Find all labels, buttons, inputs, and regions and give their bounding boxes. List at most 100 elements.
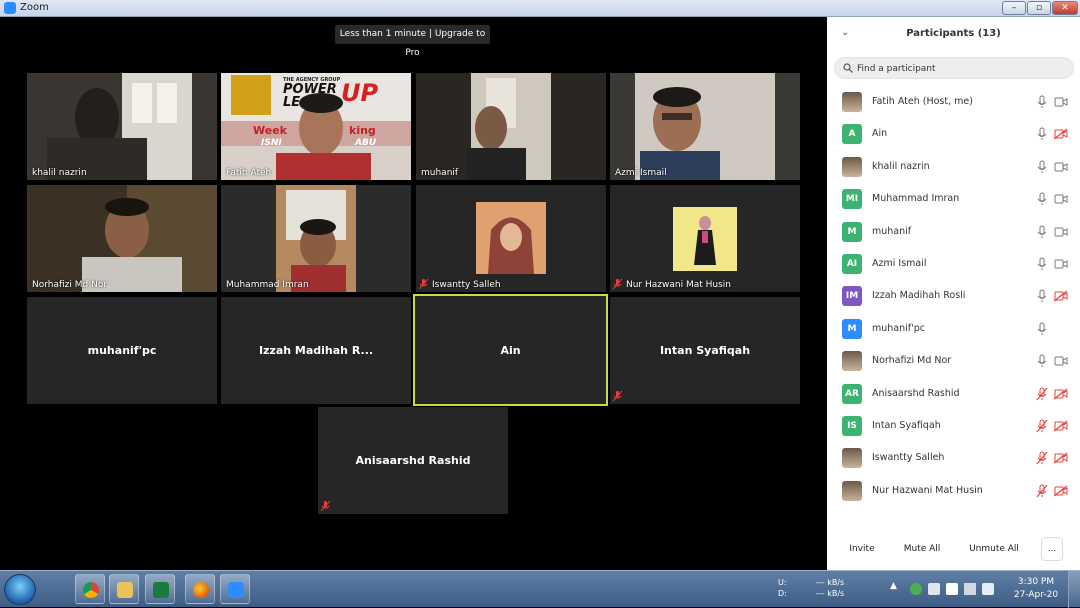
video-camera-icon[interactable] (1054, 96, 1068, 108)
video-off-icon[interactable] (1054, 128, 1068, 140)
mic-icon[interactable] (1036, 192, 1048, 206)
video-off-icon[interactable] (1054, 420, 1068, 432)
chrome-icon[interactable] (75, 574, 105, 604)
close-button[interactable]: ✕ (1052, 1, 1078, 15)
mic-muted-icon[interactable] (1036, 387, 1048, 401)
mic-muted-icon[interactable] (1036, 419, 1048, 433)
avatar: AI (842, 254, 862, 274)
participant-name-center: Intan Syafiqah (659, 344, 751, 357)
globe-icon[interactable] (910, 583, 922, 595)
system-clock[interactable]: 3:30 PM 27-Apr-20 (1008, 576, 1064, 602)
participant-row[interactable]: A Ain (827, 118, 1080, 150)
participant-name-center: muhanif'pc (87, 344, 157, 357)
video-tile[interactable]: Azmi Ismail (610, 73, 800, 180)
participant-row[interactable]: IS Intan Syafiqah (827, 410, 1080, 442)
mute-all-button[interactable]: Mute All (898, 537, 946, 561)
participant-row[interactable]: MI Muhammad Imran (827, 183, 1080, 215)
participant-list-name: khalil nazrin (872, 160, 930, 172)
invite-button[interactable]: Invite (843, 537, 881, 561)
mic-muted-icon[interactable] (1036, 451, 1048, 465)
video-tile[interactable]: Anisaarshd Rashid (318, 407, 508, 514)
participant-row[interactable]: Mmuhanif (827, 216, 1080, 248)
participant-row[interactable]: Mmuhanif'pc (827, 313, 1080, 345)
video-tile-active-speaker[interactable]: Ain (413, 294, 608, 406)
mic-icon[interactable] (1036, 127, 1048, 141)
show-desktop-button[interactable] (1068, 571, 1080, 608)
video-tile[interactable]: Norhafizi Md Nor (27, 185, 217, 292)
mic-icon[interactable] (1036, 95, 1048, 109)
video-camera-icon[interactable] (1054, 193, 1068, 205)
video-camera-icon[interactable] (1054, 161, 1068, 173)
participant-row[interactable]: Nur Hazwani Mat Husin (827, 475, 1080, 507)
drop-icon[interactable] (928, 583, 940, 595)
search-input[interactable] (857, 61, 1057, 76)
participant-video (610, 73, 800, 180)
video-off-icon[interactable] (1054, 388, 1068, 400)
windows-taskbar: U: --- kB/s D: --- kB/s ▲ 3:30 PM 27-Apr-2… (0, 570, 1080, 608)
video-tile[interactable]: Muhammad Imran (221, 185, 411, 292)
video-off-icon[interactable] (1054, 290, 1068, 302)
flag-icon[interactable] (946, 583, 958, 595)
mic-icon[interactable] (1036, 257, 1048, 271)
upgrade-banner[interactable]: Less than 1 minute | Upgrade to Pro (335, 25, 490, 58)
mic-icon[interactable] (1036, 225, 1048, 239)
minimize-button[interactable]: – (1002, 1, 1026, 15)
avatar-photo (842, 448, 862, 469)
zoom-icon[interactable] (220, 574, 250, 604)
video-tile[interactable]: Nur Hazwani Mat Husin (610, 185, 800, 292)
participant-list-name: Izzah Madihah Rosli (872, 290, 966, 302)
participant-row[interactable]: IM Izzah Madihah Rosli (827, 280, 1080, 312)
more-button[interactable]: ... (1041, 537, 1063, 561)
firefox-icon[interactable] (185, 574, 215, 604)
unmute-all-button[interactable]: Unmute All (964, 537, 1024, 561)
window-title: Zoom (20, 2, 49, 13)
participant-list-name: Azmi Ismail (872, 258, 927, 269)
folder-icon[interactable] (109, 574, 139, 604)
panel-title: Participants (13) (906, 28, 1001, 39)
clock-date: 27-Apr-20 (1013, 590, 1059, 600)
network-speed-meter: U: --- kB/s D: --- kB/s (778, 577, 844, 599)
video-off-icon[interactable] (1054, 485, 1068, 497)
start-button[interactable] (4, 574, 36, 605)
participant-list-name: Ain (872, 128, 888, 140)
network-icon[interactable] (964, 583, 976, 595)
participant-row[interactable]: Fatih Ateh (Host, me) (827, 86, 1080, 118)
backdrop-text: king (349, 124, 376, 137)
video-tile[interactable]: Iswantty Salleh (416, 185, 606, 292)
participant-name: Muhammad Imran (226, 280, 309, 290)
mic-muted-icon (419, 279, 428, 289)
mic-muted-icon[interactable] (1036, 484, 1048, 498)
mic-icon[interactable] (1036, 289, 1048, 303)
excel-icon[interactable] (145, 574, 175, 604)
participant-search[interactable] (834, 57, 1074, 79)
participant-photo (416, 185, 606, 292)
participant-name-center: Izzah Madihah R... (258, 344, 374, 357)
video-camera-icon[interactable] (1054, 258, 1068, 270)
net-download-label: D: (778, 589, 787, 598)
participant-row[interactable]: Norhafizi Md Nor (827, 345, 1080, 377)
video-tile[interactable]: THE AGENCY GROUP POWER LE UP Week king I… (221, 73, 411, 180)
participant-row[interactable]: AR Anisaarshd Rashid (827, 378, 1080, 410)
participant-list-name: Anisaarshd Rashid (872, 387, 960, 399)
video-tile[interactable]: Izzah Madihah R... (221, 297, 411, 404)
video-camera-icon[interactable] (1054, 355, 1068, 367)
video-tile[interactable]: Intan Syafiqah (610, 297, 800, 404)
window-titlebar: Zoom – ▫ ✕ (0, 0, 1080, 17)
mic-icon[interactable] (1036, 354, 1048, 368)
video-tile[interactable]: muhanif'pc (27, 297, 217, 404)
video-tile[interactable]: muhanif (416, 73, 606, 180)
participant-video (416, 73, 606, 180)
volume-icon[interactable] (982, 583, 994, 595)
participant-row[interactable]: Iswantty Salleh (827, 442, 1080, 474)
maximize-button[interactable]: ▫ (1027, 1, 1051, 15)
participant-row[interactable]: khalil nazrin (827, 151, 1080, 183)
mic-icon[interactable] (1036, 160, 1048, 174)
video-tile[interactable]: khalil nazrin (27, 73, 217, 180)
video-camera-icon[interactable] (1054, 226, 1068, 238)
show-hidden-icons-icon[interactable]: ▲ (890, 581, 902, 593)
mic-icon[interactable] (1036, 322, 1048, 336)
video-off-icon[interactable] (1054, 452, 1068, 464)
participant-list-name: Iswantty Salleh (872, 452, 945, 464)
participant-row[interactable]: AI Azmi Ismail (827, 248, 1080, 280)
avatar-photo (842, 351, 862, 372)
